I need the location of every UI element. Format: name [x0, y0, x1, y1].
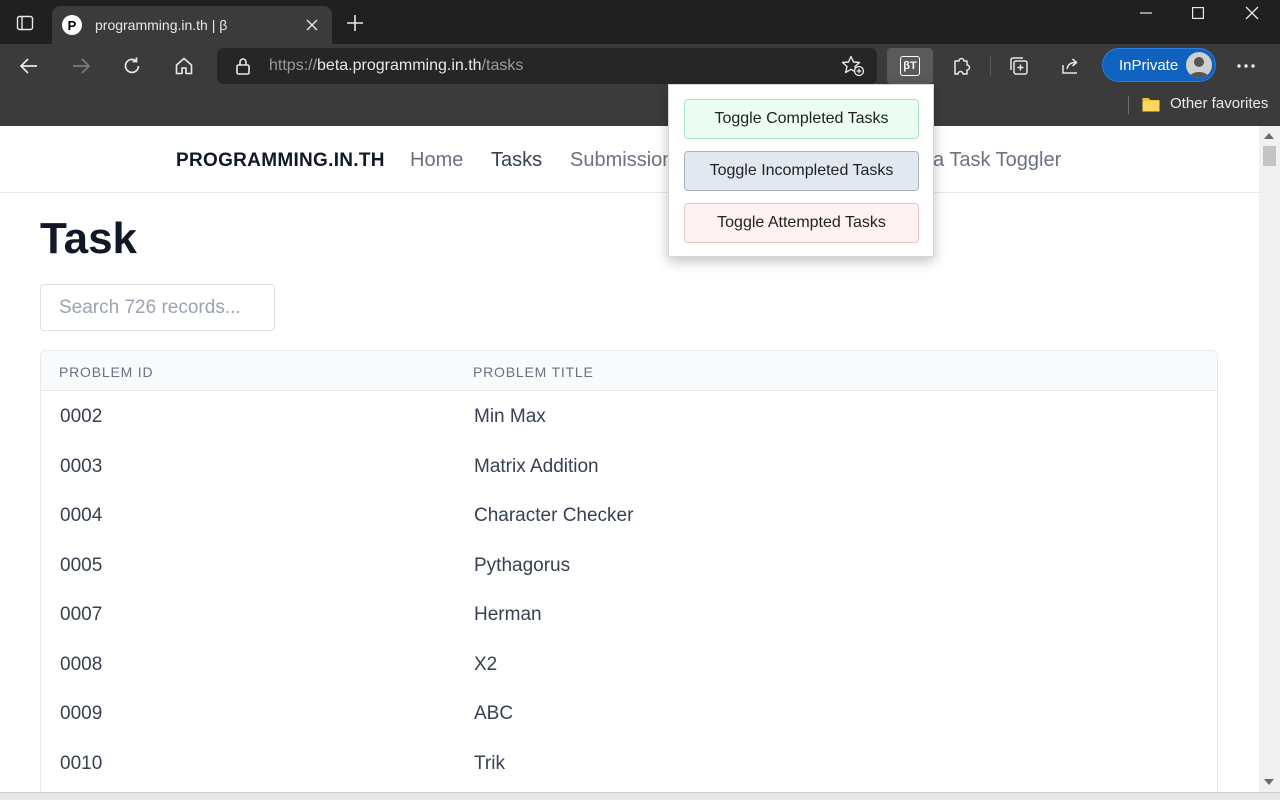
problem-title-cell[interactable]: Min Max [474, 406, 546, 428]
collections-icon [1010, 57, 1028, 75]
address-bar[interactable]: https://beta.programming.in.th/tasks [217, 48, 877, 84]
share-button[interactable] [1058, 54, 1084, 78]
url-text: https://beta.programming.in.th/tasks [269, 57, 523, 75]
problem-id-cell: 0004 [60, 505, 103, 526]
column-header-problem-id[interactable]: PROBLEM ID [59, 364, 153, 380]
home-button[interactable] [167, 49, 201, 83]
arrow-left-icon [19, 58, 37, 74]
url-path: /tasks [481, 57, 524, 74]
problem-id-cell: 0005 [60, 554, 103, 576]
table-row[interactable]: 0007 Herman [41, 590, 1217, 640]
other-favorites-link[interactable]: Other favorites [1170, 95, 1268, 112]
problem-id-cell: 0007 [60, 604, 103, 625]
inprivate-button[interactable]: InPrivate [1102, 48, 1216, 82]
folder-icon [1142, 98, 1160, 112]
forward-button[interactable] [64, 49, 98, 83]
toggle-attempted-tasks-button[interactable]: Toggle Attempted Tasks [684, 203, 919, 243]
window-bottom-edge [0, 792, 1280, 800]
url-scheme: https:// [269, 57, 318, 74]
scroll-up-arrow-icon[interactable] [1264, 133, 1274, 139]
problem-id-cell: 0010 [60, 752, 103, 774]
table-row[interactable]: 0010 Trik [41, 739, 1217, 789]
tab-actions-icon [16, 15, 34, 31]
inprivate-label: InPrivate [1119, 57, 1179, 74]
collections-button[interactable] [1006, 54, 1032, 78]
new-tab-button[interactable] [340, 8, 370, 38]
table-row[interactable]: 0009 ABC [41, 689, 1217, 739]
tab-close-button[interactable] [302, 15, 322, 35]
close-icon [1245, 6, 1259, 20]
url-host: beta.programming.in.th [317, 57, 482, 74]
minimize-button[interactable] [1120, 0, 1172, 26]
problem-title-cell[interactable]: Character Checker [474, 505, 633, 527]
table-row[interactable]: 0005 Pythagorus [41, 541, 1217, 591]
toolbar-divider [990, 56, 991, 76]
minimize-icon [1140, 12, 1152, 14]
lock-icon [236, 58, 250, 75]
avatar [1186, 52, 1212, 78]
nav-submissions[interactable]: Submissions [570, 149, 683, 172]
page-scrollbar[interactable] [1259, 126, 1280, 792]
add-favorite-icon[interactable] [841, 55, 865, 77]
extension-badge: βT [900, 56, 920, 76]
table-header: PROBLEM ID PROBLEM TITLE [41, 351, 1217, 391]
table-row[interactable]: 0008 X2 [41, 640, 1217, 690]
problem-title-cell[interactable]: Trik [474, 753, 505, 775]
puzzle-icon [954, 57, 971, 75]
table-row[interactable]: 0004 Character Checker [41, 491, 1217, 541]
arrow-right-icon [73, 58, 91, 74]
toggle-completed-tasks-button[interactable]: Toggle Completed Tasks [684, 99, 919, 139]
problem-title-cell[interactable]: Herman [474, 604, 542, 626]
problem-title-cell[interactable]: Matrix Addition [474, 456, 599, 478]
table-row[interactable]: 0002 Min Max [41, 392, 1217, 442]
page-title: Task [40, 214, 138, 263]
search-input[interactable] [40, 284, 275, 331]
maximize-icon [1192, 7, 1204, 19]
profile-icon [1189, 57, 1209, 78]
problem-title-cell[interactable]: X2 [474, 654, 497, 676]
title-bar: P programming.in.th | β [0, 0, 1280, 44]
column-header-problem-title[interactable]: PROBLEM TITLE [473, 364, 594, 380]
problem-id-cell: 0008 [60, 653, 103, 675]
problem-title-cell[interactable]: ABC [474, 703, 513, 725]
favorites-divider [1128, 96, 1129, 114]
window-close-button[interactable] [1226, 0, 1278, 26]
beta-task-toggler-extension-button[interactable]: βT [887, 48, 933, 84]
refresh-icon [124, 57, 140, 74]
settings-more-button[interactable] [1233, 54, 1259, 78]
problem-title-cell[interactable]: Pythagorus [474, 555, 570, 577]
share-icon [1062, 58, 1078, 74]
toggle-incompleted-tasks-button[interactable]: Toggle Incompleted Tasks [684, 151, 919, 191]
problem-id-cell: 0009 [60, 703, 103, 724]
beta-task-toggler-popup: Toggle Completed Tasks Toggle Incomplete… [668, 84, 934, 257]
problem-id-cell: 0002 [60, 406, 103, 427]
plus-icon [347, 15, 363, 31]
more-icon [1237, 64, 1255, 68]
tasks-table: PROBLEM ID PROBLEM TITLE 0002 Min Max 00… [40, 350, 1218, 792]
tab-actions-button[interactable] [8, 8, 42, 38]
nav-tasks[interactable]: Tasks [491, 149, 542, 172]
site-navbar: PROGRAMMING.IN.TH Home Tasks Submissions… [0, 126, 1259, 193]
back-button[interactable] [12, 49, 46, 83]
table-row[interactable]: 0003 Matrix Addition [41, 442, 1217, 492]
nav-home[interactable]: Home [410, 149, 463, 172]
maximize-button[interactable] [1172, 0, 1224, 26]
home-icon [175, 57, 193, 75]
tab-title: programming.in.th | β [95, 17, 228, 33]
browser-tab[interactable]: P programming.in.th | β [52, 6, 332, 44]
page-viewport: PROGRAMMING.IN.TH Home Tasks Submissions… [0, 126, 1259, 792]
favorites-bar [0, 88, 1280, 126]
site-brand[interactable]: PROGRAMMING.IN.TH [176, 150, 385, 172]
scroll-thumb[interactable] [1263, 146, 1276, 166]
site-favicon: P [62, 15, 82, 35]
refresh-button[interactable] [115, 49, 149, 83]
scroll-down-arrow-icon[interactable] [1264, 779, 1274, 785]
problem-id-cell: 0003 [60, 455, 103, 477]
close-icon [306, 19, 318, 31]
extensions-button[interactable] [949, 54, 975, 78]
